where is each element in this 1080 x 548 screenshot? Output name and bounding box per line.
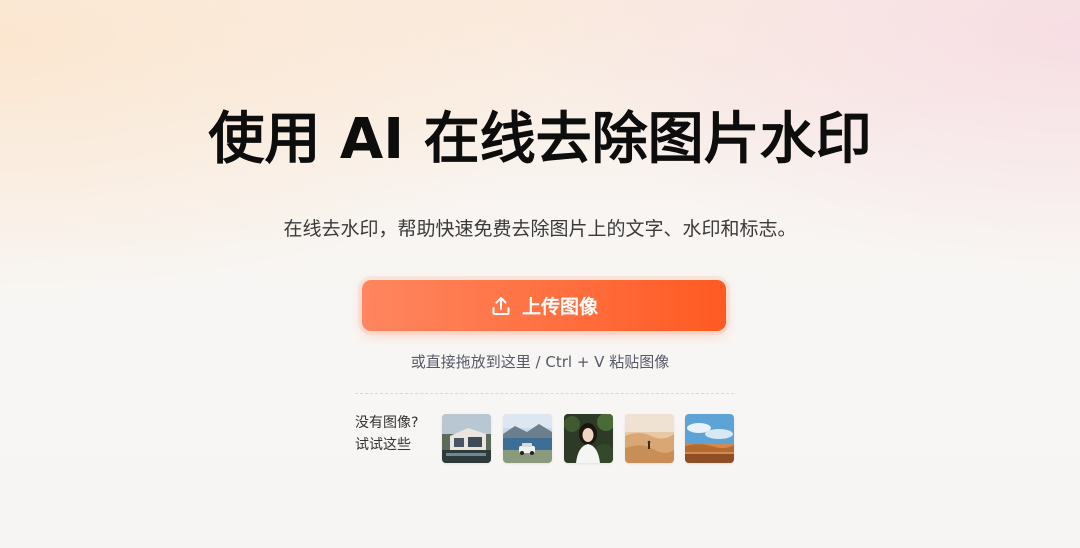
sample-sky-landscape-photo[interactable] — [685, 414, 734, 463]
samples-label: 没有图像? 试试这些 — [355, 412, 435, 456]
page-subtitle: 在线去水印，帮助快速免费去除图片上的文字、水印和标志。 — [283, 218, 797, 240]
divider — [355, 393, 734, 394]
samples-label-line1: 没有图像? — [355, 415, 419, 431]
upload-image-button[interactable]: 上传图像 — [362, 280, 726, 331]
sample-house-photo[interactable] — [442, 414, 491, 463]
drop-hint-text: 或直接拖放到这里 / Ctrl + V 粘贴图像 — [410, 353, 670, 371]
upload-button-label: 上传图像 — [521, 296, 598, 318]
page-title: 使用 AI 在线去除图片水印 — [208, 107, 872, 172]
samples-label-line2: 试试这些 — [355, 437, 411, 453]
sample-desert-photo[interactable] — [625, 414, 674, 463]
sample-lake-car-photo[interactable] — [503, 414, 552, 463]
sample-woman-portrait-photo[interactable] — [564, 414, 613, 463]
page-background — [0, 0, 1080, 548]
upload-icon — [490, 295, 512, 317]
